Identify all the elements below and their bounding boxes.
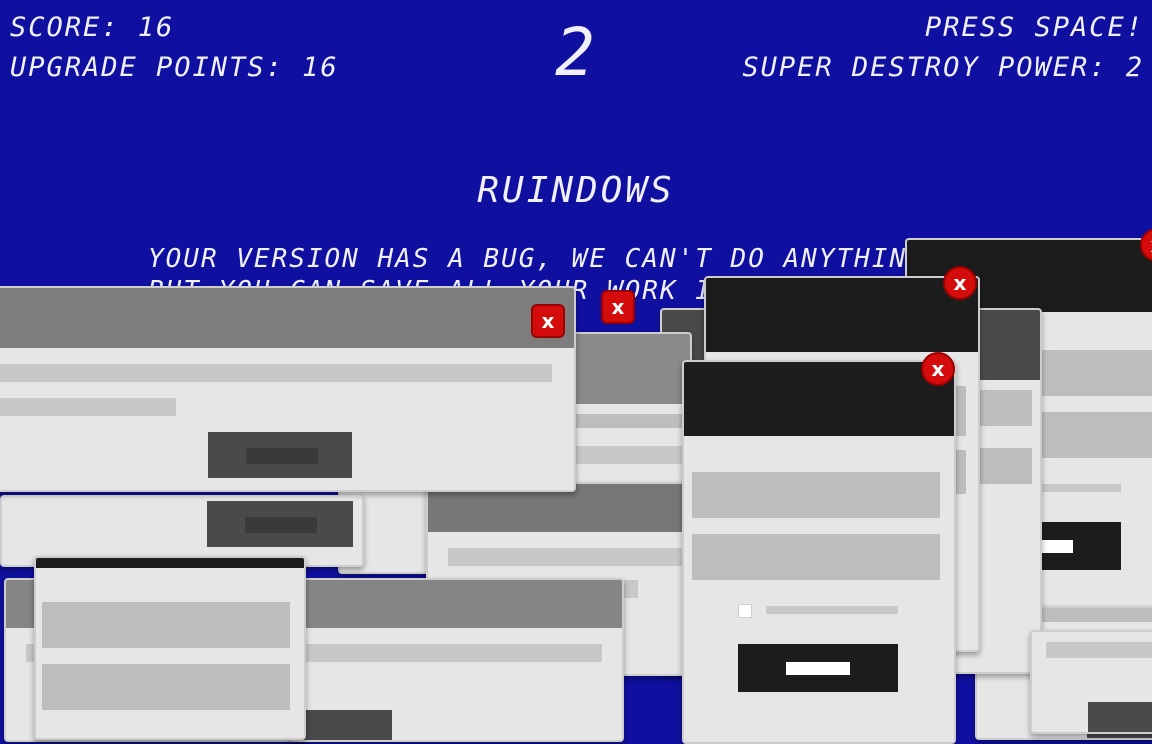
popup-window[interactable] — [1030, 630, 1152, 734]
popup-content-line — [570, 414, 690, 428]
popup-window[interactable] — [0, 286, 576, 492]
popup-title-bar — [706, 278, 978, 352]
close-icon[interactable]: x — [531, 304, 565, 338]
popup-action-button[interactable] — [738, 644, 898, 692]
popup-content-line — [42, 664, 290, 710]
popup-action-button[interactable] — [207, 501, 353, 547]
popup-title-bar — [0, 288, 574, 348]
close-icon[interactable]: x — [943, 266, 977, 300]
popup-checkbox[interactable] — [738, 604, 752, 618]
popup-content-line — [0, 364, 552, 382]
popup-content-line — [42, 602, 290, 648]
popup-content-line — [302, 644, 602, 662]
popup-window[interactable] — [682, 360, 956, 744]
popup-title-bar — [292, 580, 622, 628]
close-icon[interactable]: x — [921, 352, 955, 386]
popup-action-button[interactable] — [208, 432, 352, 478]
popup-window[interactable] — [290, 578, 624, 742]
popup-title-bar — [36, 558, 304, 568]
popup-content-line — [1046, 642, 1152, 658]
popup-action-button[interactable] — [302, 710, 392, 740]
super-destroy-power-label: SUPER DESTROY POWER: 2 — [742, 52, 1144, 83]
popup-action-button[interactable] — [1088, 702, 1152, 732]
close-icon[interactable]: x — [601, 290, 635, 324]
game-title: RUINDOWS — [477, 170, 675, 211]
popup-action-button-label — [246, 448, 318, 464]
popup-action-button-label — [786, 662, 850, 675]
popup-content-line — [692, 534, 940, 580]
popup-content-line — [570, 446, 690, 464]
press-space-prompt: PRESS SPACE! — [924, 12, 1144, 43]
popup-title-bar — [684, 362, 954, 436]
popup-content-line — [448, 548, 698, 566]
popup-content-line — [0, 398, 176, 416]
popup-content-line — [692, 472, 940, 518]
popup-window[interactable] — [34, 556, 306, 740]
popup-action-button-label — [245, 517, 317, 533]
popup-checkbox-label — [766, 606, 898, 614]
